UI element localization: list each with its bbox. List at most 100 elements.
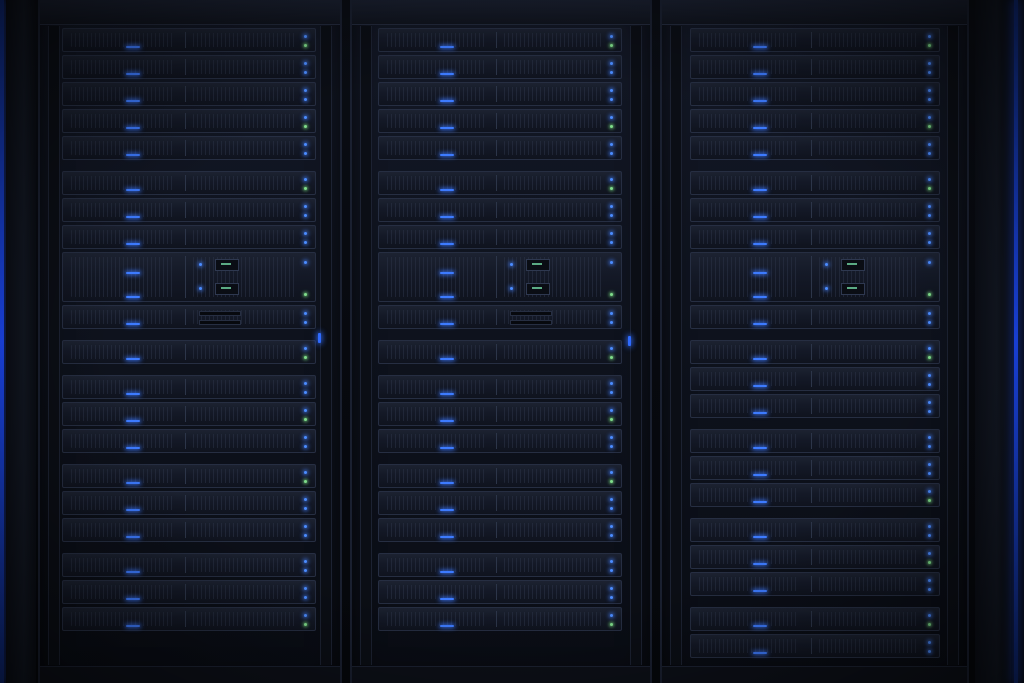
status-led-icon <box>928 436 931 439</box>
activity-light <box>753 73 767 75</box>
status-led-icon <box>928 89 931 92</box>
bezel-divider <box>496 309 497 325</box>
server-unit <box>690 518 940 542</box>
activity-light <box>753 46 767 48</box>
bezel-divider <box>496 468 497 484</box>
status-led-icon <box>928 472 931 475</box>
server-unit <box>62 375 316 399</box>
status-led-icon <box>928 401 931 404</box>
activity-light <box>126 509 140 511</box>
vent-grille <box>819 577 919 591</box>
activity-light <box>440 189 454 191</box>
status-led-icon <box>928 321 931 324</box>
vent-grille <box>819 372 919 386</box>
status-led-icon <box>610 293 613 296</box>
server-room-scene <box>0 0 1024 683</box>
status-led-icon <box>928 347 931 350</box>
server-unit <box>378 252 622 302</box>
bezel-divider <box>496 495 497 511</box>
server-unit <box>690 545 940 569</box>
vent-grille <box>699 434 799 448</box>
status-led-icon <box>304 480 307 483</box>
status-led-icon <box>928 650 931 653</box>
vent-grille <box>193 60 295 74</box>
activity-light <box>126 625 140 627</box>
status-led-icon <box>610 44 613 47</box>
vent-grille <box>387 407 484 421</box>
activity-light <box>440 216 454 218</box>
vent-grille <box>71 60 173 74</box>
status-display <box>215 283 239 295</box>
server-unit <box>62 171 316 195</box>
status-led-icon <box>610 241 613 244</box>
activity-light <box>440 154 454 156</box>
vent-grille <box>387 60 484 74</box>
status-led-icon <box>304 116 307 119</box>
activity-light <box>753 272 767 274</box>
vent-grille <box>71 345 173 359</box>
vent-grille <box>387 257 484 297</box>
server-unit <box>690 456 940 480</box>
bezel-divider <box>811 611 812 627</box>
bezel-divider <box>811 256 812 298</box>
bezel-divider <box>496 202 497 218</box>
vent-grille <box>819 550 919 564</box>
vent-grille <box>819 345 919 359</box>
status-led-icon <box>610 312 613 315</box>
activity-light <box>126 447 140 449</box>
status-led-icon <box>304 241 307 244</box>
vent-grille <box>71 176 173 190</box>
vent-grille <box>387 434 484 448</box>
status-led-icon <box>304 418 307 421</box>
status-led-icon <box>610 356 613 359</box>
vent-grille <box>699 345 799 359</box>
status-led-icon <box>928 312 931 315</box>
vent-grille <box>71 496 173 510</box>
vent-grille <box>504 558 601 572</box>
activity-light <box>753 296 767 298</box>
status-led-icon <box>610 382 613 385</box>
server-unit <box>690 252 940 302</box>
status-led-icon <box>928 374 931 377</box>
server-unit <box>378 491 622 515</box>
status-led-icon <box>928 116 931 119</box>
vent-grille <box>387 203 484 217</box>
server-unit <box>690 367 940 391</box>
status-led-icon <box>304 143 307 146</box>
vent-grille <box>819 60 919 74</box>
server-unit <box>690 394 940 418</box>
status-led-icon <box>304 391 307 394</box>
server-unit <box>62 607 316 631</box>
server-unit <box>62 464 316 488</box>
status-led-icon <box>928 410 931 413</box>
status-led-icon <box>610 143 613 146</box>
status-led-icon <box>510 263 513 266</box>
status-led-icon <box>928 534 931 537</box>
vent-grille <box>387 585 484 599</box>
status-led-icon <box>825 263 828 266</box>
activity-light <box>753 625 767 627</box>
status-led-icon <box>928 232 931 235</box>
vent-grille <box>504 523 601 537</box>
vent-grille <box>819 488 919 502</box>
status-led-icon <box>610 214 613 217</box>
vent-grille <box>193 114 295 128</box>
server-unit <box>62 305 316 329</box>
bezel-divider <box>185 86 186 102</box>
vent-grille <box>819 33 919 47</box>
status-led-icon <box>304 293 307 296</box>
right-outer-post <box>975 0 1011 683</box>
status-led-icon <box>928 125 931 128</box>
rack-rail-left <box>670 26 682 665</box>
bezel-divider <box>185 59 186 75</box>
vent-grille <box>699 399 799 413</box>
status-led-icon <box>928 261 931 264</box>
bezel-divider <box>811 175 812 191</box>
vent-grille <box>504 33 601 47</box>
status-led-icon <box>928 241 931 244</box>
server-unit <box>378 82 622 106</box>
status-display <box>526 259 550 271</box>
bezel-divider <box>811 487 812 503</box>
server-unit <box>378 518 622 542</box>
vent-grille <box>699 488 799 502</box>
